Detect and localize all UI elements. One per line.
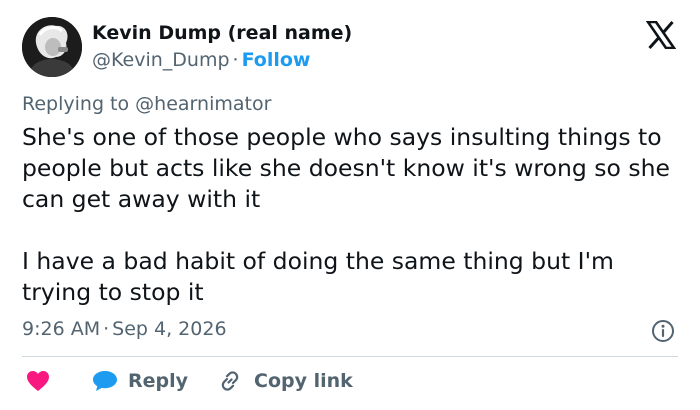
reply-context-prefix: Replying to bbox=[22, 93, 130, 115]
heart-icon bbox=[27, 371, 49, 391]
link-icon bbox=[221, 371, 239, 391]
reply-context-mention[interactable]: @hearnimator bbox=[135, 93, 271, 115]
action-bar: Reply Copy link bbox=[26, 369, 353, 393]
divider bbox=[22, 356, 678, 357]
avatar[interactable] bbox=[22, 17, 82, 77]
like-button[interactable] bbox=[26, 370, 50, 392]
separator-dot: · bbox=[232, 49, 239, 71]
author-handle-row: @Kevin_Dump · Follow bbox=[92, 49, 310, 71]
tweet-paragraph: She's one of those people who says insul… bbox=[22, 123, 670, 213]
info-icon[interactable] bbox=[651, 319, 675, 343]
x-logo-icon[interactable] bbox=[646, 21, 676, 49]
tweet-date: Sep 4, 2026 bbox=[112, 318, 227, 340]
author-handle[interactable]: @Kevin_Dump bbox=[92, 49, 230, 71]
timestamp[interactable]: 9:26 AM · Sep 4, 2026 bbox=[22, 318, 227, 340]
follow-button[interactable]: Follow bbox=[242, 49, 311, 71]
author-name[interactable]: Kevin Dump (real name) bbox=[92, 22, 352, 44]
tweet-paragraph: I have a bad habit of doing the same thi… bbox=[22, 247, 614, 306]
tweet-text: She's one of those people who says insul… bbox=[22, 122, 682, 308]
reply-button[interactable]: Reply bbox=[92, 370, 188, 392]
reply-label: Reply bbox=[128, 370, 189, 392]
separator-dot: · bbox=[103, 318, 110, 340]
reply-context: Replying to @hearnimator bbox=[22, 93, 271, 115]
speech-bubble-icon bbox=[93, 371, 117, 391]
copy-link-label: Copy link bbox=[254, 370, 353, 392]
copy-link-button[interactable]: Copy link bbox=[218, 369, 353, 393]
tweet-time: 9:26 AM bbox=[22, 318, 101, 340]
